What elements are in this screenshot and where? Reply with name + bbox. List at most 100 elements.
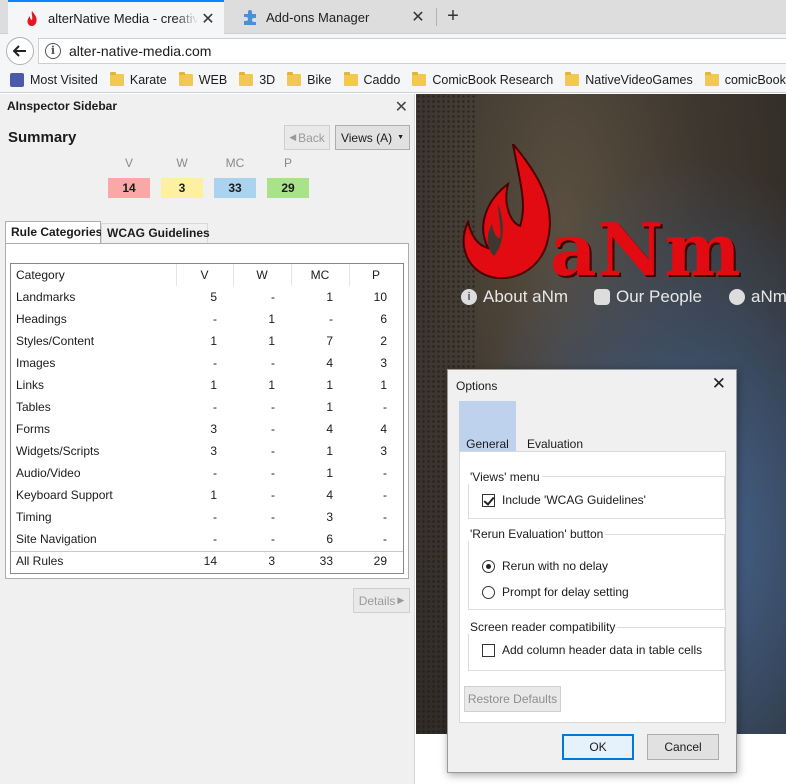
site-info-icon[interactable]: i — [45, 43, 61, 59]
add-column-header-checkbox[interactable] — [482, 643, 495, 657]
column-header-category[interactable]: Category — [11, 268, 176, 282]
views-menu-button[interactable]: Views (A) ▼ — [335, 125, 410, 150]
back-button[interactable] — [6, 37, 34, 65]
close-tab-icon[interactable]: ✕ — [408, 7, 428, 27]
count-cell: - — [271, 444, 275, 458]
tab-general[interactable]: General — [459, 401, 516, 451]
prompt-delay-radio[interactable] — [482, 585, 495, 599]
count-cell: 1 — [268, 312, 275, 326]
bookmark-folder[interactable]: NativeVideoGames — [565, 71, 693, 87]
count-cell: 14 — [203, 554, 217, 568]
column-header-p[interactable]: P — [349, 268, 403, 282]
count-cell: 3 — [380, 444, 387, 458]
column-header-mc[interactable]: MC — [291, 268, 349, 282]
folder-icon — [178, 71, 193, 86]
url-bar[interactable]: i alter-native-media.com — [38, 38, 786, 64]
bookmark-most-visited[interactable]: Most Visited — [10, 72, 98, 87]
tab-rule-categories[interactable]: Rule Categories — [5, 221, 102, 244]
sidebar-title: AInspector Sidebar — [7, 99, 118, 113]
column-separator — [233, 264, 234, 286]
new-tab-button[interactable]: + — [440, 4, 466, 30]
column-separator — [291, 264, 292, 286]
count-cell: 10 — [373, 290, 387, 304]
bookmark-folder[interactable]: Karate — [109, 71, 167, 87]
table-row[interactable]: Timing - - 3 - — [11, 506, 403, 528]
options-dialog: Options ✕ General Evaluation 'Views' men… — [447, 369, 737, 773]
folder-icon — [287, 71, 302, 86]
column-header-w[interactable]: W — [233, 268, 291, 282]
table-row[interactable]: Links 1 1 1 1 — [11, 374, 403, 396]
tab-evaluation[interactable]: Evaluation — [520, 401, 590, 451]
table-row[interactable]: Forms 3 - 4 4 — [11, 418, 403, 440]
include-wcag-option[interactable]: Include 'WCAG Guidelines' — [482, 493, 646, 507]
restore-defaults-button[interactable]: Restore Defaults — [464, 686, 561, 712]
rerun-no-delay-option[interactable]: Rerun with no delay — [482, 559, 608, 573]
count-cell: - — [271, 488, 275, 502]
table-row[interactable]: Keyboard Support 1 - 4 - — [11, 484, 403, 506]
count-cell: - — [213, 510, 217, 524]
close-dialog-icon[interactable]: ✕ — [712, 374, 726, 394]
table-row[interactable]: Styles/Content 1 1 7 2 — [11, 330, 403, 352]
category-cell: Links — [16, 378, 45, 392]
count-cell: 7 — [326, 334, 333, 348]
count-cell: 1 — [326, 400, 333, 414]
count-cell: 1 — [326, 378, 333, 392]
bookmark-folder[interactable]: Bike — [287, 71, 332, 87]
bookmark-folder[interactable]: 3D — [239, 71, 275, 87]
tab-alternative-media[interactable]: alterNative Media - creativit ✕ — [8, 0, 224, 35]
count-cell: - — [271, 356, 275, 370]
count-cell: - — [271, 466, 275, 480]
folder-icon — [704, 71, 719, 86]
summary-label-p: P — [283, 156, 292, 170]
ok-button[interactable]: OK — [562, 734, 634, 760]
folder-icon — [343, 71, 358, 86]
back-button-disabled[interactable]: ◀ Back — [284, 125, 330, 150]
table-row[interactable]: Headings - 1 - 6 — [11, 308, 403, 330]
puzzle-piece-icon — [242, 9, 258, 25]
table-row[interactable]: Images - - 4 3 — [11, 352, 403, 374]
bookmark-folder[interactable]: Caddo — [343, 71, 400, 87]
nav-link-our-people[interactable]: Our People — [594, 287, 702, 307]
table-row[interactable]: Tables - - 1 - — [11, 396, 403, 418]
add-column-header-option[interactable]: Add column header data in table cells — [482, 643, 702, 657]
table-row[interactable]: Widgets/Scripts 3 - 1 3 — [11, 440, 403, 462]
flame-favicon-icon — [24, 10, 40, 27]
table-row[interactable]: Audio/Video - - 1 - — [11, 462, 403, 484]
rerun-evaluation-group-label: 'Rerun Evaluation' button — [468, 527, 606, 541]
bookmark-folder[interactable]: comicBookcreation — [704, 71, 786, 87]
bookmark-folder[interactable]: WEB — [178, 71, 227, 87]
nav-link-anm[interactable]: aNm — [729, 287, 786, 307]
cancel-button[interactable]: Cancel — [647, 734, 719, 760]
nav-link-about[interactable]: i About aNm — [461, 287, 568, 307]
count-cell: 4 — [380, 422, 387, 436]
tab-separator — [436, 8, 437, 26]
summary-heading: Summary — [8, 129, 77, 146]
table-row[interactable]: Landmarks 5 - 1 10 — [11, 286, 403, 308]
ainspector-sidebar: AInspector Sidebar ✕ Summary ◀ Back Views… — [0, 94, 415, 784]
count-cell: 3 — [210, 422, 217, 436]
table-row[interactable]: Site Navigation - - 6 - — [11, 528, 403, 550]
prompt-delay-option[interactable]: Prompt for delay setting — [482, 585, 629, 599]
summary-label-w: W — [176, 156, 188, 170]
site-logo-text[interactable]: aNm — [550, 214, 742, 286]
rerun-no-delay-radio[interactable] — [482, 559, 495, 573]
count-cell: - — [213, 400, 217, 414]
close-tab-icon[interactable]: ✕ — [198, 9, 218, 29]
rule-categories-table: Category V W MC P Landmarks 5 - 1 10 Headings… — [10, 263, 404, 574]
dialog-title: Options — [456, 379, 498, 393]
count-cell: 3 — [210, 444, 217, 458]
include-wcag-checkbox[interactable] — [482, 493, 495, 507]
tab-addons-manager[interactable]: Add-ons Manager ✕ — [226, 0, 434, 34]
views-menu-group-label: 'Views' menu — [468, 470, 542, 484]
column-header-v[interactable]: V — [176, 268, 233, 282]
table-total-row[interactable]: All Rules 14 3 33 29 — [11, 550, 403, 572]
count-cell: 4 — [326, 422, 333, 436]
summary-count-manual-checks: 33 — [214, 178, 256, 198]
close-sidebar-icon[interactable]: ✕ — [395, 97, 408, 117]
count-cell: 2 — [380, 334, 387, 348]
most-visited-icon — [10, 72, 24, 87]
details-button-disabled[interactable]: Details ▶ — [353, 588, 410, 613]
category-cell: Images — [16, 356, 56, 370]
tab-wcag-guidelines[interactable]: WCAG Guidelines — [101, 223, 210, 243]
bookmark-folder[interactable]: ComicBook Research — [412, 71, 553, 87]
